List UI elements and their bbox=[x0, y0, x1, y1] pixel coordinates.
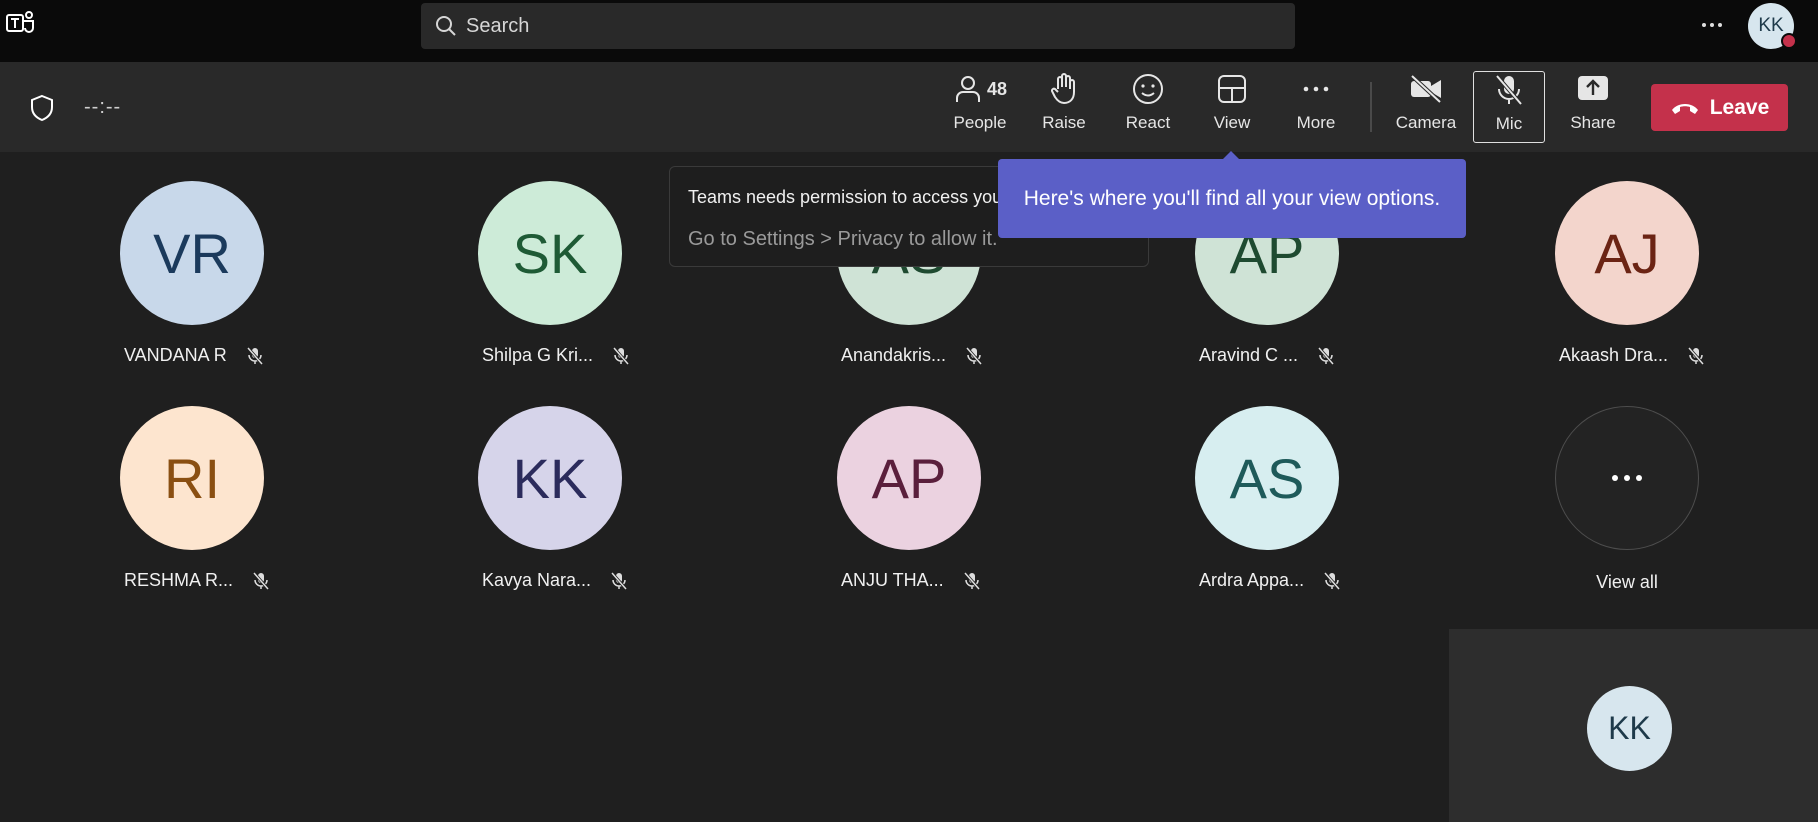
participant-avatar: AJ bbox=[1555, 181, 1699, 325]
muted-mic-icon bbox=[963, 571, 980, 590]
leave-label: Leave bbox=[1709, 95, 1770, 119]
mic-off-icon bbox=[1495, 74, 1523, 106]
more-button[interactable]: More bbox=[1274, 71, 1358, 145]
view-label: View bbox=[1213, 113, 1251, 132]
share-screen-icon bbox=[1578, 76, 1608, 100]
raise-hand-icon bbox=[1051, 73, 1075, 104]
mic-button[interactable]: Mic bbox=[1473, 71, 1545, 143]
presence-busy-badge bbox=[1781, 33, 1797, 49]
muted-mic-icon bbox=[246, 346, 263, 365]
participant-avatar: VR bbox=[120, 181, 264, 325]
participant-name: Akaash Dra... bbox=[1559, 345, 1669, 365]
share-label: Share bbox=[1570, 113, 1616, 132]
title-bar: Search KK bbox=[0, 0, 1818, 62]
shield-icon[interactable] bbox=[29, 94, 55, 122]
participant-name-row: Shilpa G Kri... bbox=[482, 345, 631, 366]
participant-name: RESHMA R... bbox=[124, 570, 234, 590]
participant-name: Shilpa G Kri... bbox=[482, 345, 594, 365]
muted-mic-icon bbox=[252, 571, 270, 590]
participant-avatar: KK bbox=[478, 406, 622, 550]
muted-mic-icon bbox=[1317, 346, 1335, 365]
participant-name: Kavya Nara... bbox=[482, 570, 592, 590]
search-placeholder: Search bbox=[466, 14, 530, 37]
participant-tile[interactable]: AJ Akaash Dra... bbox=[1555, 181, 1795, 381]
participant-name: ANJU THA... bbox=[841, 570, 944, 590]
people-label: People bbox=[953, 113, 1007, 132]
self-view-avatar: KK bbox=[1587, 686, 1672, 771]
participant-name-row: VANDANA R bbox=[124, 345, 265, 366]
more-dots-icon bbox=[1612, 475, 1618, 481]
participant-tile[interactable]: AS Ardra Appa... bbox=[1195, 406, 1435, 606]
camera-button[interactable]: Camera bbox=[1384, 71, 1468, 145]
people-button[interactable]: 48 People bbox=[938, 71, 1022, 145]
muted-mic-icon bbox=[1687, 346, 1705, 365]
teams-logo-icon[interactable] bbox=[6, 9, 36, 37]
participant-tile[interactable]: AP ANJU THA... bbox=[837, 406, 1077, 606]
participant-avatar: AS bbox=[1195, 406, 1339, 550]
toolbar-divider bbox=[1370, 82, 1372, 132]
people-icon bbox=[955, 76, 980, 102]
participant-name: Aravind C ... bbox=[1199, 345, 1299, 365]
mic-label: Mic bbox=[1495, 114, 1523, 133]
view-button[interactable]: View bbox=[1190, 71, 1274, 145]
participant-name-row: Akaash Dra... bbox=[1559, 345, 1706, 366]
participant-name-row: Kavya Nara... bbox=[482, 570, 629, 591]
leave-button[interactable]: Leave bbox=[1651, 84, 1788, 131]
participant-name-row: ANJU THA... bbox=[841, 570, 982, 591]
muted-mic-icon bbox=[965, 346, 983, 365]
more-label: More bbox=[1296, 113, 1336, 132]
meeting-timer: --:-- bbox=[84, 96, 122, 118]
smiley-icon bbox=[1133, 74, 1163, 104]
participant-avatar: AP bbox=[837, 406, 981, 550]
hang-up-icon bbox=[1671, 103, 1698, 114]
participant-name-row: Anandakris... bbox=[841, 345, 984, 366]
participant-avatar: SK bbox=[478, 181, 622, 325]
view-all-button[interactable] bbox=[1555, 406, 1699, 550]
share-button[interactable]: Share bbox=[1551, 71, 1635, 145]
people-count: 48 bbox=[986, 78, 1008, 99]
participant-name-row: Aravind C ... bbox=[1199, 345, 1336, 366]
search-icon bbox=[436, 16, 456, 36]
camera-off-icon bbox=[1410, 74, 1442, 104]
participant-name: Ardra Appa... bbox=[1199, 570, 1305, 590]
raise-label: Raise bbox=[1042, 113, 1086, 132]
more-options-icon[interactable] bbox=[1700, 10, 1724, 40]
muted-mic-icon bbox=[610, 571, 628, 590]
meeting-toolbar: --:-- 48 People Raise React View More Ca… bbox=[0, 62, 1818, 152]
participant-tile[interactable]: VR VANDANA R bbox=[120, 181, 360, 381]
participant-name: VANDANA R bbox=[124, 345, 227, 365]
raise-hand-button[interactable]: Raise bbox=[1022, 71, 1106, 145]
muted-mic-icon bbox=[1323, 571, 1341, 590]
view-all-label[interactable]: View all bbox=[1555, 572, 1699, 593]
muted-mic-icon bbox=[612, 346, 630, 365]
participant-name-row: RESHMA R... bbox=[124, 570, 271, 591]
coachmark-text: Here's where you'll find all your view o… bbox=[1023, 186, 1441, 210]
view-options-coachmark[interactable]: Here's where you'll find all your view o… bbox=[998, 159, 1466, 238]
react-button[interactable]: React bbox=[1106, 71, 1190, 145]
search-box[interactable]: Search bbox=[421, 3, 1295, 49]
view-layout-icon bbox=[1218, 75, 1246, 103]
react-label: React bbox=[1125, 113, 1171, 132]
participant-tile[interactable]: KK Kavya Nara... bbox=[478, 406, 718, 606]
participant-tile[interactable]: RI RESHMA R... bbox=[120, 406, 360, 606]
camera-label: Camera bbox=[1395, 113, 1457, 132]
participant-name-row: Ardra Appa... bbox=[1199, 570, 1342, 591]
participant-avatar: RI bbox=[120, 406, 264, 550]
participant-name: Anandakris... bbox=[841, 345, 947, 365]
more-dots-icon bbox=[1303, 86, 1329, 92]
